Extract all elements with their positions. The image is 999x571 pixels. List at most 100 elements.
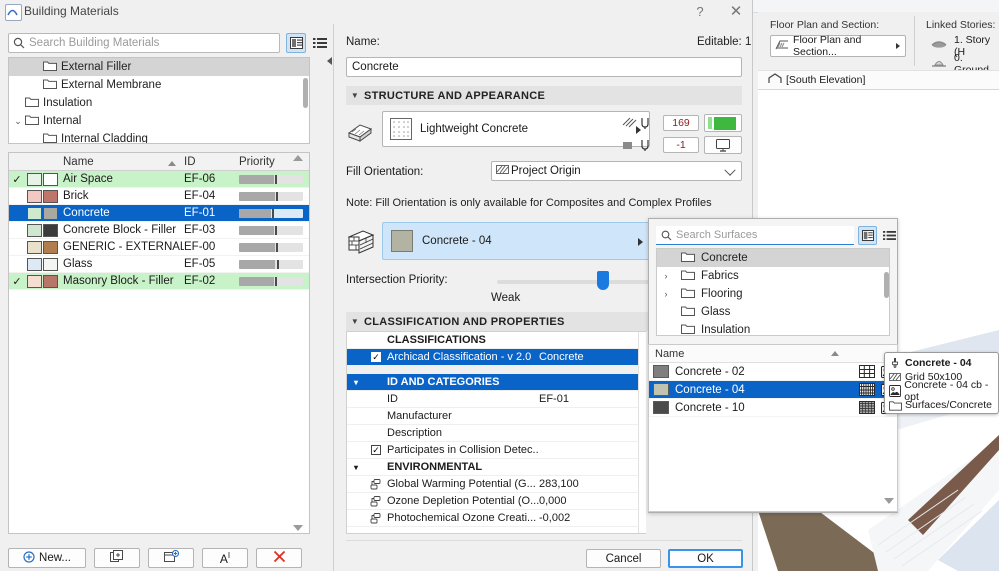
property-group-header[interactable]: ▾ ID AND CATEGORIES <box>347 374 645 391</box>
property-checkbox[interactable]: ✓ <box>365 351 387 363</box>
property-value[interactable]: Concrete <box>539 351 645 363</box>
property-value[interactable]: 0,000 <box>539 495 645 507</box>
col-id[interactable]: ID <box>184 156 239 168</box>
floor-plan-combo[interactable]: Floor Plan and Section... <box>770 34 906 58</box>
surfaces-tree-item[interactable]: Glass <box>657 303 889 321</box>
surfaces-list-item[interactable]: Concrete - 04 <box>649 381 897 399</box>
row-priority[interactable] <box>239 191 309 201</box>
surfaces-list-scroll-down-icon[interactable] <box>884 498 894 504</box>
surfaces-tree-view-icon[interactable] <box>858 226 877 245</box>
property-group-header[interactable]: CLASSIFICATIONS <box>347 332 645 349</box>
surfaces-tree-item[interactable]: › Flooring <box>657 285 889 303</box>
property-value[interactable]: 283,100 <box>539 478 645 490</box>
category-tree[interactable]: External Filler External Membrane Insulati… <box>8 57 310 144</box>
tree-view-icon[interactable] <box>286 33 306 53</box>
row-priority[interactable] <box>239 225 309 235</box>
table-row[interactable]: Concrete EF-01 <box>9 205 309 222</box>
table-row[interactable]: Glass EF-05 <box>9 256 309 273</box>
property-row[interactable]: Description <box>347 425 645 442</box>
ok-button[interactable]: OK <box>668 549 743 568</box>
row-priority[interactable] <box>239 208 309 218</box>
row-check-icon[interactable]: ✓ <box>9 173 25 186</box>
property-row[interactable]: ID EF-01 <box>347 391 645 408</box>
material-name-input[interactable]: Concrete <box>346 57 742 77</box>
row-check-icon[interactable]: ✓ <box>9 275 25 288</box>
surfaces-list-item[interactable]: Concrete - 10 <box>649 399 897 417</box>
chevron-down-icon[interactable]: ▾ <box>347 463 365 472</box>
tree-scrollbar[interactable] <box>303 78 308 108</box>
table-row[interactable]: ✓ Air Space EF-06 <box>9 171 309 188</box>
surfaces-tree-item[interactable]: › Fabrics <box>657 267 889 285</box>
row-swatches <box>25 189 63 203</box>
property-label: Participates in Collision Detec... <box>387 444 539 456</box>
section-structure-appearance[interactable]: ▼ STRUCTURE AND APPEARANCE <box>346 86 742 105</box>
tree-item[interactable]: Insulation <box>9 94 309 112</box>
pane-collapse-arrow-icon[interactable] <box>327 56 333 65</box>
table-row[interactable]: ✓ Masonry Block - Filler EF-02 <box>9 273 309 290</box>
chevron-down-icon[interactable]: ▾ <box>347 378 365 387</box>
close-button[interactable]: ✕ <box>725 3 747 21</box>
property-row[interactable]: ✓Participates in Collision Detec...✓ <box>347 442 645 459</box>
surfaces-tree-item[interactable]: Concrete <box>657 249 889 267</box>
surfaces-search-input[interactable]: Search Surfaces <box>656 226 854 245</box>
property-checkbox[interactable]: ✓ <box>365 444 387 456</box>
elevation-tab[interactable]: [South Elevation] <box>758 70 999 90</box>
chevron-right-icon[interactable]: › <box>659 289 673 299</box>
table-scroll-down-icon[interactable] <box>293 525 303 531</box>
search-input[interactable]: Search Building Materials <box>8 33 280 53</box>
row-priority[interactable] <box>239 276 309 286</box>
row-priority[interactable] <box>239 174 309 184</box>
properties-table[interactable]: CLASSIFICATIONS ✓ Archicad Classification … <box>346 331 646 534</box>
help-button[interactable]: ? <box>689 3 711 21</box>
checkbox-checked-icon[interactable]: ✓ <box>371 445 381 455</box>
table-row[interactable]: Concrete Block - Filler EF-03 <box>9 222 309 239</box>
screen-icon[interactable] <box>704 136 742 154</box>
hatch-pen-value[interactable]: 169 <box>663 115 699 131</box>
table-row[interactable]: GENERIC - EXTERNAL FILLEREF-00 <box>9 239 309 256</box>
table-row[interactable]: Brick EF-04 <box>9 188 309 205</box>
property-group-header[interactable]: ▾ ENVIRONMENTAL <box>347 459 645 476</box>
materials-table[interactable]: Name ID Priority ✓ Air Space EF-06 Brick EF-… <box>8 152 310 534</box>
surfaces-tree-item[interactable]: Insulation <box>657 321 889 335</box>
table-scroll-up-icon[interactable] <box>293 155 303 161</box>
surfaces-tree-scrollbar[interactable] <box>884 272 889 298</box>
tree-item[interactable]: External Filler <box>9 58 309 76</box>
tree-item[interactable]: External Membrane <box>9 76 309 94</box>
duplicate-button[interactable] <box>94 548 140 568</box>
row-priority[interactable] <box>239 259 309 269</box>
structure-row: Lightweight Concrete 169 -1 <box>346 111 742 154</box>
col-name[interactable]: Name <box>63 156 184 168</box>
property-value[interactable]: EF-01 <box>539 393 645 405</box>
cancel-button[interactable]: Cancel <box>586 549 661 568</box>
row-priority[interactable] <box>239 242 309 252</box>
new-button-label: New... <box>39 552 71 564</box>
list-view-icon[interactable] <box>310 33 330 53</box>
surface-color-chip[interactable] <box>704 114 742 132</box>
intersection-priority-thumb[interactable] <box>597 271 609 290</box>
property-row[interactable]: Photochemical Ozone Creati... -0,002 <box>347 510 645 527</box>
surfaces-list[interactable]: Name Concrete - 02 Concrete - 04 Concrete … <box>648 344 898 512</box>
import-button[interactable] <box>148 548 194 568</box>
chevron-down-icon[interactable]: ⌄ <box>11 116 25 127</box>
surfaces-category-tree[interactable]: Concrete › Fabrics › Flooring Glass Insulation <box>656 248 890 336</box>
tree-item[interactable]: Internal Cladding <box>9 130 309 143</box>
new-button[interactable]: New... <box>8 548 86 568</box>
properties-scrollbar[interactable] <box>638 332 646 533</box>
property-row[interactable]: Global Warming Potential (G... 283,100 <box>347 476 645 493</box>
delete-button[interactable] <box>256 548 302 568</box>
background-pen-value[interactable]: -1 <box>663 137 699 153</box>
tree-item[interactable]: ⌄ Internal <box>9 112 309 130</box>
rename-button[interactable]: AI <box>202 548 248 568</box>
property-row[interactable]: Ozone Depletion Potential (O... 0,000 <box>347 493 645 510</box>
fill-material-combo[interactable]: Lightweight Concrete <box>382 111 650 147</box>
fill-orientation-select[interactable]: Project Origin <box>491 161 742 181</box>
property-row[interactable]: ✓ Archicad Classification - v 2.0 Concrete <box>347 349 645 366</box>
checkbox-checked-icon[interactable]: ✓ <box>371 352 381 362</box>
property-value[interactable]: ✓ <box>539 444 645 456</box>
surfaces-list-view-icon[interactable] <box>880 226 899 245</box>
property-value[interactable]: -0,002 <box>539 512 645 524</box>
surfaces-list-item[interactable]: Concrete - 02 <box>649 363 897 381</box>
property-row[interactable]: Manufacturer <box>347 408 645 425</box>
surface-combo[interactable]: Concrete - 04 <box>382 222 652 260</box>
chevron-right-icon[interactable]: › <box>659 271 673 281</box>
